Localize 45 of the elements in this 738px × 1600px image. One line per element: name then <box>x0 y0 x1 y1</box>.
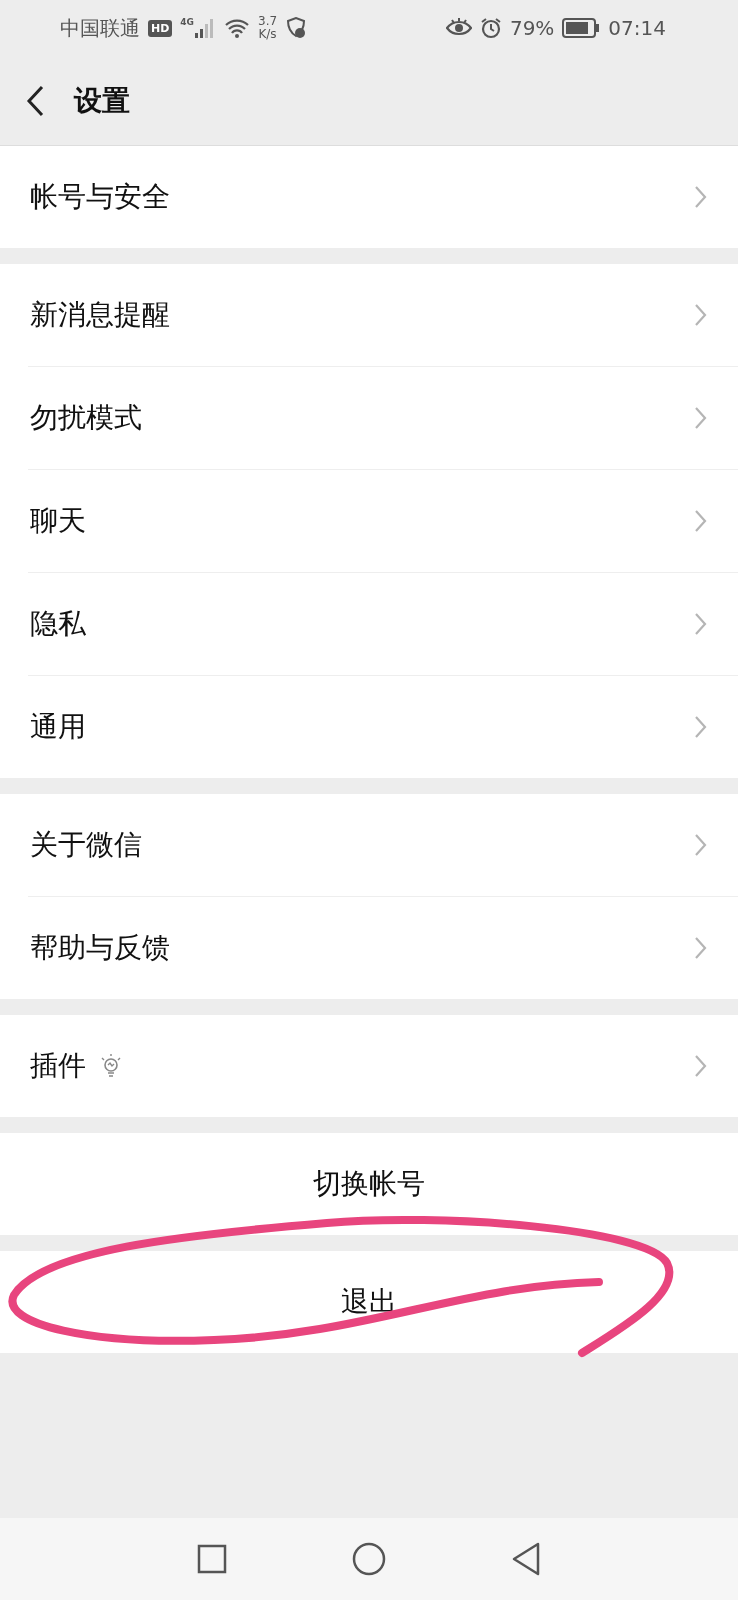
chevron-icon <box>694 406 708 430</box>
circle-icon <box>352 1542 386 1576</box>
chevron-icon <box>694 185 708 209</box>
item-label: 勿扰模式 <box>30 400 142 436</box>
settings-item[interactable]: 隐私 <box>28 572 738 675</box>
chevron-icon <box>694 303 708 327</box>
settings-item[interactable]: 勿扰模式 <box>28 366 738 469</box>
settings-item[interactable]: 新消息提醒 <box>0 264 738 366</box>
settings-item[interactable]: 关于微信 <box>0 794 738 896</box>
item-label: 聊天 <box>30 503 86 539</box>
settings-item[interactable]: 通用 <box>28 675 738 778</box>
chevron-icon <box>694 509 708 533</box>
back-button[interactable] <box>26 84 44 117</box>
back-icon <box>26 84 44 117</box>
chevron-icon <box>694 1054 708 1078</box>
clock-time: 07:14 <box>608 16 666 40</box>
battery-percent: 79% <box>509 16 555 40</box>
item-label: 隐私 <box>30 606 86 642</box>
item-label: 帐号与安全 <box>30 179 170 215</box>
signal-icon <box>194 17 216 39</box>
item-label: 关于微信 <box>30 827 142 863</box>
item-label: 新消息提醒 <box>30 297 170 333</box>
item-label: 帮助与反馈 <box>30 930 170 966</box>
settings-item[interactable]: 插件 <box>0 1015 738 1117</box>
chevron-icon <box>694 833 708 857</box>
alarm-icon <box>479 17 502 39</box>
network-type: 4G <box>180 17 194 27</box>
settings-item[interactable]: 帮助与反馈 <box>28 896 738 999</box>
hd-badge: HD <box>148 19 173 37</box>
item-label: 插件 <box>30 1048 86 1084</box>
settings-item[interactable]: 聊天 <box>28 469 738 572</box>
speed-unit: K/s <box>258 28 277 41</box>
triangle-icon <box>511 1542 541 1576</box>
chevron-icon <box>694 612 708 636</box>
settings-item[interactable]: 帐号与安全 <box>0 146 738 248</box>
battery-icon <box>562 18 601 38</box>
speed-value: 3.7 <box>258 15 278 28</box>
item-label: 通用 <box>30 709 86 745</box>
chevron-icon <box>694 715 708 739</box>
chevron-icon <box>694 936 708 960</box>
shield-icon <box>285 17 308 39</box>
wifi-icon <box>224 17 250 39</box>
carrier-name: 中国联通 <box>60 14 140 42</box>
page-title: 设置 <box>74 82 130 119</box>
square-icon <box>197 1544 227 1574</box>
